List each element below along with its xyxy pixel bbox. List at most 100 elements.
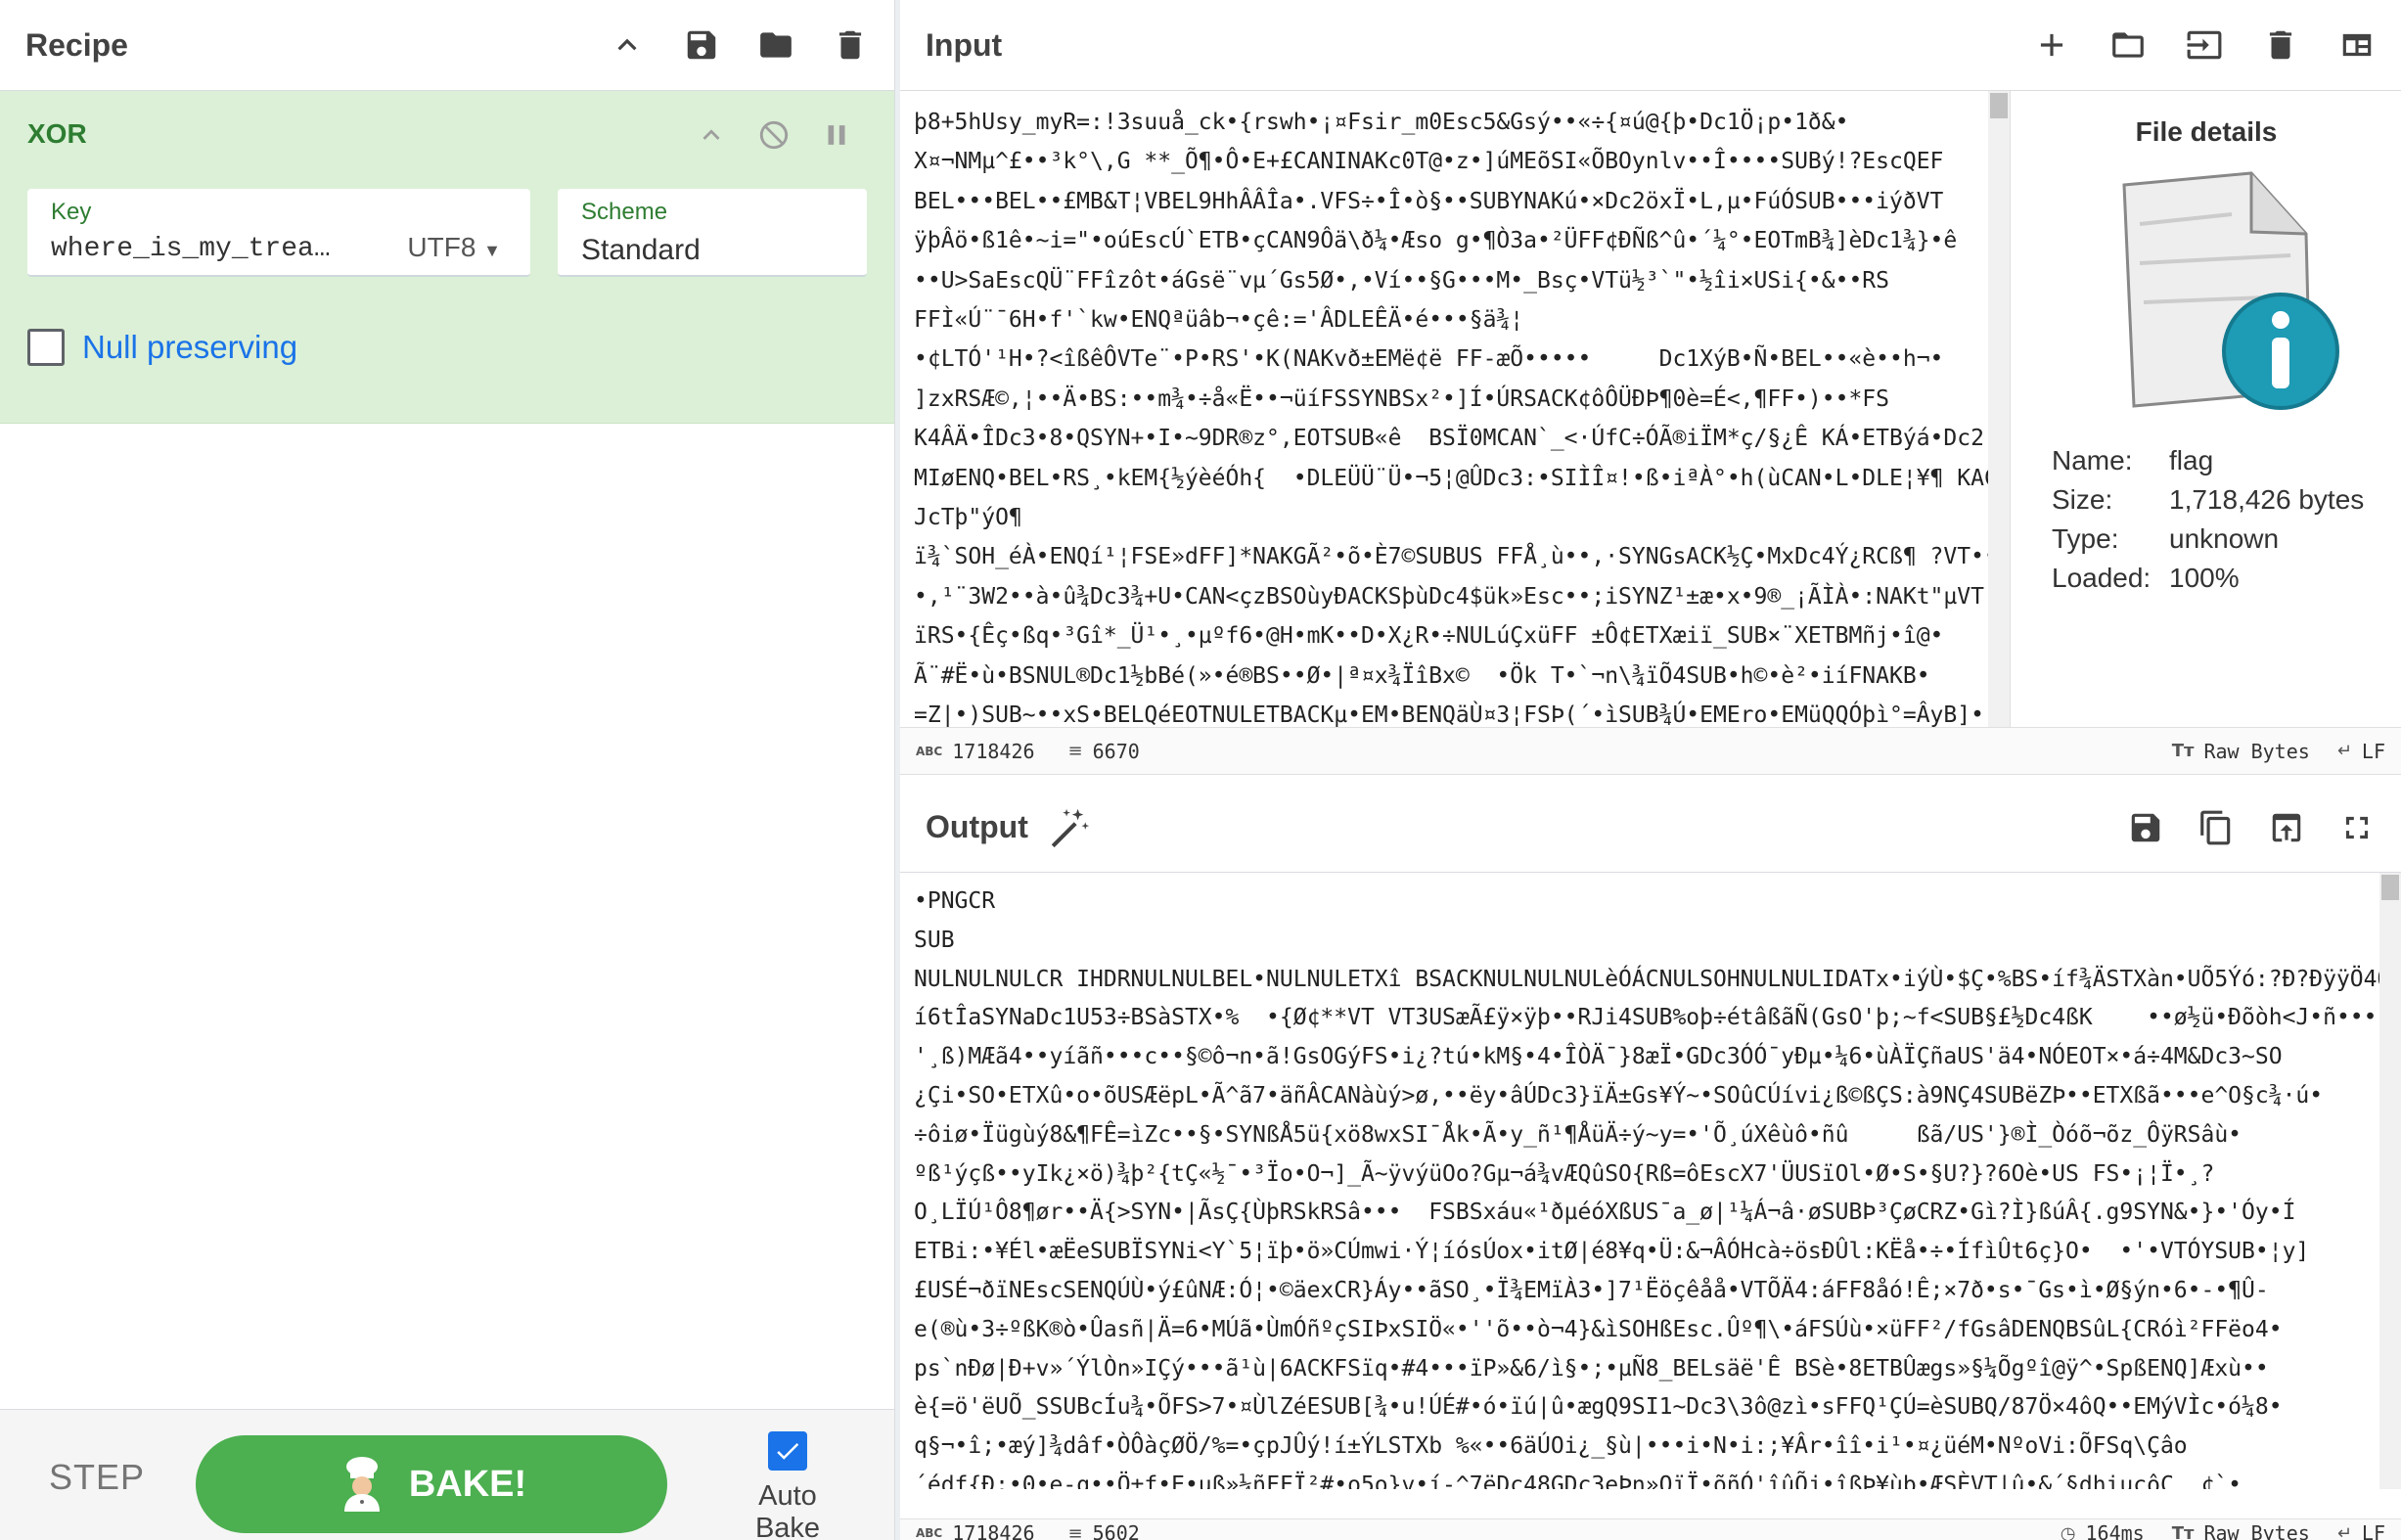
output-header: Output: [900, 783, 2401, 873]
output-scrollbar[interactable]: [2379, 873, 2401, 1489]
abc-icon: ABC: [916, 1526, 943, 1540]
magic-wand-icon[interactable]: [1046, 805, 1091, 850]
output-scroll-thumb[interactable]: [2381, 875, 2399, 900]
input-scrollbar[interactable]: [1988, 91, 2010, 727]
eol-arrow-icon: ↵: [2336, 741, 2352, 761]
operation-xor: XOR Key where_is_my_trea… UTF8 ▼ Scheme: [0, 91, 894, 424]
maximize-icon[interactable]: [2338, 809, 2376, 846]
copy-icon[interactable]: [2197, 809, 2235, 846]
input-scroll-thumb[interactable]: [1990, 93, 2008, 118]
null-preserving-checkbox[interactable]: [27, 329, 65, 366]
scheme-label: Scheme: [581, 199, 668, 225]
bake-time: 164ms: [2085, 1521, 2145, 1540]
output-panel: Output •PNGCR SUB NULNULNULCR IHDRNULNUL…: [900, 783, 2401, 1540]
key-encoding-dropdown[interactable]: UTF8 ▼: [407, 232, 501, 263]
input-textarea[interactable]: þ8+5hUsy_myR=:!3suuå_ck•{rswh•¡¤Fsir_m0E…: [900, 91, 1988, 727]
replace-input-icon[interactable]: [2268, 809, 2305, 846]
recipe-title: Recipe: [25, 26, 128, 63]
input-text-line: •,¹¨3W2••à•û¾Dc3¾+U•CAN<çzBSOùyÐACKSþùDc…: [914, 583, 1984, 610]
output-text-line: ¿Çi•SO•ETXû•o•õUSÆëpL•Ã^ã7•äñÂCANàùý>ø,•…: [914, 1082, 2324, 1109]
breakpoint-icon[interactable]: [820, 118, 853, 157]
output-text-line: ºß¹ýçß••yIk¿×ö)¾þ²{tÇ«½¯•³Ïo•O¬]_Ã~ÿvýüO…: [914, 1160, 2215, 1187]
auto-bake-option[interactable]: Auto Bake: [724, 1431, 851, 1540]
input-text-line: Ã¨#Ë•ù•BSNUL®Dc1½bBé(»•é®BS••Ø•|ª¤x¾ÏîBx…: [914, 662, 1930, 689]
clock-icon: ◷: [2060, 1522, 2076, 1540]
input-status-bar: ABC 1718426 ≡ 6670 Tт Raw Bytes ↵ LF: [900, 727, 2401, 775]
output-lines-stat: ≡ 5602: [1068, 1521, 1140, 1540]
file-type-value: unknown: [2169, 523, 2280, 554]
save-recipe-icon[interactable]: [683, 26, 720, 64]
chef-icon: [343, 1457, 380, 1512]
null-preserving-option[interactable]: Null preserving: [27, 329, 297, 366]
scheme-value: Standard: [581, 234, 701, 266]
output-lines: 5602: [1092, 1521, 1140, 1540]
output-text-line: q§¬•î;•æý]¾dâf•ÒÔàçØÖ/%=•çpJÛý!í±ÝLSTXb …: [914, 1433, 2188, 1460]
disable-operation-icon[interactable]: [757, 118, 791, 157]
layout-icon[interactable]: [2338, 26, 2376, 64]
file-type-key: Type:: [2052, 523, 2119, 554]
output-length: 1718426: [952, 1521, 1035, 1540]
output-text-line: ETBi:•¥Él•æËeSUBÏSYNi<Y`5¦ïþ•ö»CÚmwi·Ý¦í…: [914, 1239, 2310, 1265]
eol-arrow-icon: ↵: [2336, 1522, 2352, 1540]
checkmark-icon: [777, 1443, 799, 1460]
output-text-line: ps`nÐø|Ð+v»´ÝlÒn»IÇý•••ã¹ù|6ACKFSïq•#4••…: [914, 1355, 2269, 1381]
input-title: Input: [926, 26, 1003, 63]
auto-bake-checkbox[interactable]: [768, 1431, 807, 1471]
abc-icon: ABC: [916, 744, 943, 758]
file-details-panel: File details Name: flag Size: 1,718,426 by…: [2010, 91, 2401, 727]
input-encoding-button[interactable]: Tт Raw Bytes: [2172, 740, 2310, 763]
output-status-bar: ABC 1718426 ≡ 5602 ◷ 164ms Tт Raw Bytes ↵ LF: [900, 1518, 2401, 1540]
output-text-line: •PNGCR: [914, 888, 996, 914]
key-input[interactable]: where_is_my_trea…: [51, 234, 374, 264]
output-textarea[interactable]: •PNGCR SUB NULNULNULCR IHDRNULNULBEL•NULNU…: [900, 873, 2379, 1489]
file-size-key: Size:: [2052, 484, 2113, 515]
collapse-operation-icon[interactable]: [695, 118, 728, 157]
input-header: Input: [900, 0, 2401, 91]
cyberchef-app: Recipe XOR Key where_is_my_trea… UTF8 ▼ …: [0, 0, 2401, 1540]
caret-down-icon: ▼: [483, 241, 501, 260]
step-button[interactable]: STEP: [49, 1457, 145, 1498]
text-encoding-icon: Tт: [2171, 741, 2195, 761]
key-field[interactable]: Key where_is_my_trea… UTF8 ▼: [27, 189, 530, 277]
output-eol-button[interactable]: ↵ LF: [2337, 1521, 2385, 1540]
input-lines: 6670: [1092, 739, 1140, 763]
recipe-panel: Recipe XOR Key where_is_my_trea… UTF8 ▼ …: [0, 0, 894, 1540]
output-text-line: SUB: [914, 927, 955, 953]
trash-icon[interactable]: [832, 26, 869, 64]
lines-icon: ≡: [1067, 741, 1083, 761]
output-text-line: NULNULNULCR IHDRNULNULBEL•NULNULETXî BSA…: [914, 966, 2379, 992]
output-text-line: '¸ß)MÆã4••yíãñ•••c••§©ô¬n•ã!GsOGýFS•i¿?t…: [914, 1044, 2283, 1070]
recipe-header: Recipe: [0, 0, 894, 91]
operation-title: XOR: [27, 118, 87, 149]
output-text-line: ´édf{Ð:•0•e-q••Ö±f•E•uß»¼ñFFÏ²#•o5o}v•í-…: [914, 1472, 2242, 1489]
horizontal-splitter[interactable]: [900, 775, 2401, 783]
output-toolbar: [2127, 809, 2376, 846]
input-text-line: BEL•••BEL••£MB&T¦VBEL9HhÂÂÎa•.VFS÷•Î•ò§•…: [914, 188, 1944, 214]
folder-icon[interactable]: [757, 26, 794, 64]
input-lines-stat: ≡ 6670: [1068, 740, 1140, 763]
input-eol-button[interactable]: ↵ LF: [2337, 740, 2385, 763]
input-text-line: MIøENQ•BEL•RS¸•kEM{½ýèéÓh{ •DLEÜÜ¨Ü•¬5¦@…: [914, 465, 1988, 491]
file-name-key: Name:: [2052, 445, 2133, 476]
input-text-line: =Z|•)SUB~••xS•BELQéEOTNULETBACKµ•EM•BENQ…: [914, 702, 1984, 727]
output-encoding-button[interactable]: Tт Raw Bytes: [2172, 1521, 2310, 1540]
input-length-stat: ABC 1718426: [916, 740, 1035, 763]
bake-button[interactable]: BAKE!: [196, 1435, 667, 1533]
output-length-stat: ABC 1718426: [916, 1521, 1035, 1540]
clear-input-trash-icon[interactable]: [2262, 26, 2299, 64]
open-file-icon[interactable]: [2186, 26, 2223, 64]
input-length: 1718426: [952, 739, 1035, 763]
auto-bake-label: Auto Bake: [754, 1480, 821, 1540]
output-text-line: í6tÎaSYNaDc1U53÷BSàSTX•% •{Ø¢**VT VT3USæ…: [914, 1005, 2378, 1031]
input-panel: Input þ8+5hUsy_myR=:!3suuå_ck•{rswh•¡¤Fs…: [900, 0, 2401, 775]
output-text-line: e(®ù•3÷ºßK®ò•Ûasñ|Ä=6•MÚã•ÙmÓñºçSIÞxSIÖ«…: [914, 1316, 2283, 1342]
open-folder-icon[interactable]: [2109, 26, 2147, 64]
file-loaded-key: Loaded:: [2052, 563, 2152, 593]
scheme-select[interactable]: Scheme Standard: [558, 189, 867, 277]
key-encoding-value: UTF8: [407, 232, 476, 262]
chevron-up-icon[interactable]: [609, 26, 646, 64]
add-tab-icon[interactable]: [2033, 26, 2070, 64]
save-output-icon[interactable]: [2127, 809, 2164, 846]
key-label: Key: [51, 199, 92, 225]
input-text-line: ••U>SaEscQÜ¨FFîzôt•áGsë¨vµ´Gs5Ø•,•Ví••§G…: [914, 267, 1889, 294]
